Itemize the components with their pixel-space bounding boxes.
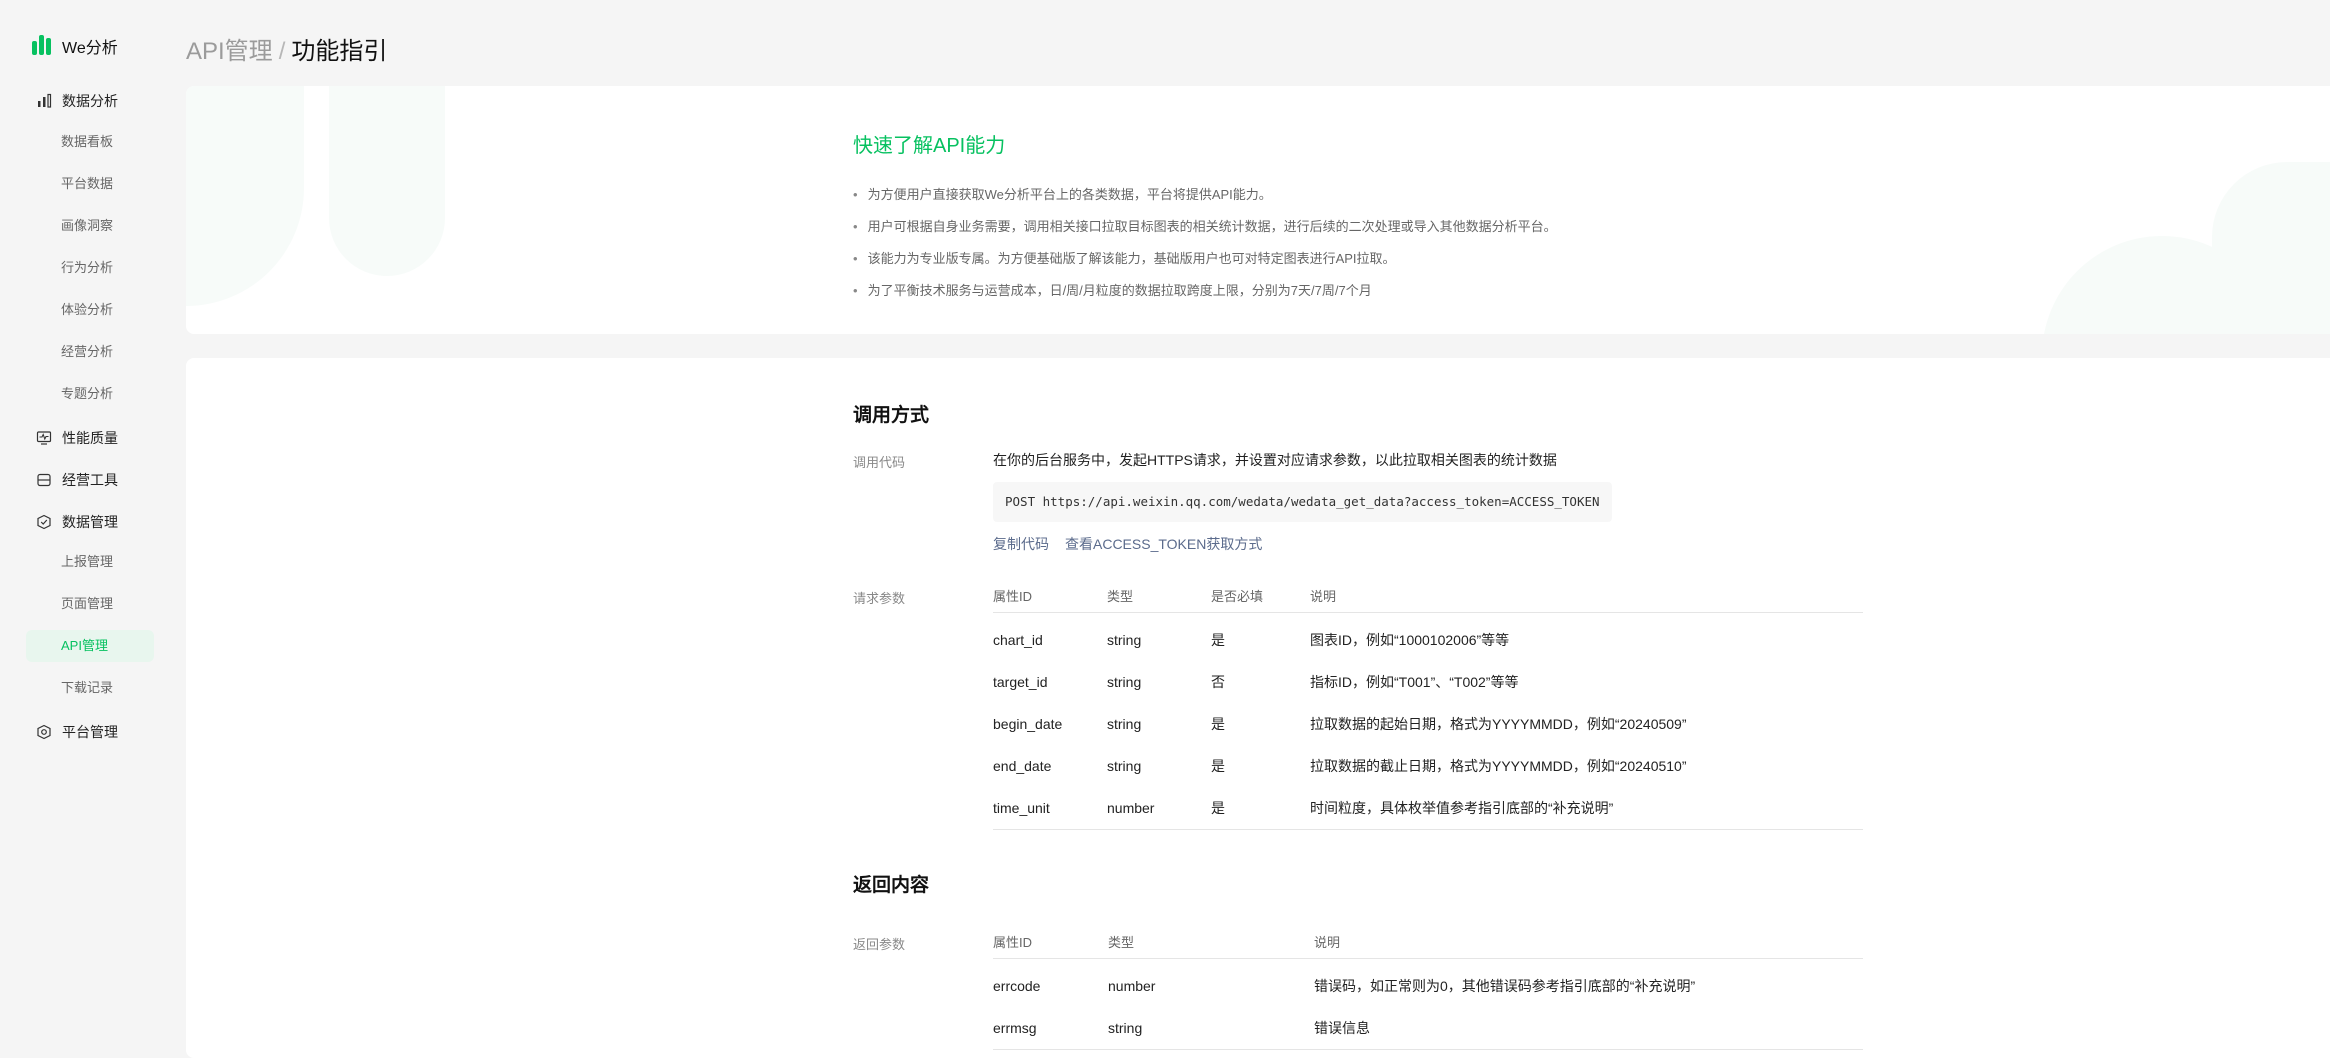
- sidebar-group-operation-tools[interactable]: 经营工具: [36, 470, 118, 490]
- intro-bullet: 该能力为专业版专属。为方便基础版了解该能力，基础版用户也可对特定图表进行API拉…: [853, 243, 1557, 275]
- intro-bullet-list: 为方便用户直接获取We分析平台上的各类数据，平台将提供API能力。 用户可根据自…: [853, 179, 1557, 307]
- table-cell: 错误信息: [1314, 1007, 1863, 1050]
- bar-chart-icon: [38, 93, 52, 108]
- table-row: errcode number 错误码，如正常则为0，其他错误码参考指引底部的“补…: [993, 959, 1863, 1008]
- toolbox-icon: [37, 473, 51, 487]
- decorative-shape: [2212, 162, 2330, 334]
- table-cell: errmsg: [993, 1007, 1108, 1050]
- column-header: 是否必填: [1211, 578, 1310, 613]
- sidebar-item-download-records[interactable]: 下载记录: [26, 672, 154, 704]
- breadcrumb-parent[interactable]: API管理: [186, 38, 273, 65]
- column-header: 属性ID: [993, 578, 1107, 613]
- table-row: errmsg string 错误信息: [993, 1007, 1863, 1050]
- return-params-label: 返回参数: [853, 937, 906, 952]
- brand-logo[interactable]: We分析: [32, 34, 118, 58]
- sidebar: We分析 数据分析 数据看板 平台数据 画像洞察 行为分析 体验分析 经营分析 …: [0, 0, 168, 1050]
- column-header: 类型: [1108, 924, 1314, 959]
- monitor-pulse-icon: [36, 431, 52, 445]
- intro-card: 快速了解API能力 为方便用户直接获取We分析平台上的各类数据，平台将提供API…: [186, 86, 2330, 334]
- intro-title: 快速了解API能力: [853, 135, 1006, 157]
- column-header: 类型: [1107, 578, 1211, 613]
- table-header-row: 属性ID 类型 说明: [993, 924, 1863, 959]
- sidebar-item-report-management[interactable]: 上报管理: [26, 546, 154, 578]
- table-cell: number: [1108, 978, 1156, 994]
- breadcrumb: API管理 / 功能指引: [186, 31, 387, 66]
- table-cell: end_date: [993, 758, 1052, 774]
- table-row: end_date string 是 拉取数据的截止日期，格式为YYYYMMDD，…: [993, 745, 1863, 787]
- table-cell: 错误码，如正常则为0，其他错误码参考指引底部的“补充说明”: [1314, 978, 1696, 994]
- table-cell: 是: [1211, 716, 1225, 732]
- sidebar-group-data-analysis[interactable]: 数据分析: [36, 91, 118, 111]
- table-cell: errcode: [993, 978, 1041, 994]
- table-cell: 是: [1211, 758, 1225, 774]
- sidebar-item-api-management[interactable]: API管理: [26, 630, 154, 662]
- sidebar-item-operation-analysis[interactable]: 经营分析: [26, 336, 154, 368]
- column-header: 说明: [1310, 578, 1863, 613]
- column-header: 属性ID: [993, 924, 1108, 959]
- table-row: time_unit number 是 时间粒度，具体枚举值参考指引底部的“补充说…: [993, 787, 1863, 830]
- table-cell: 指标ID，例如“T001”、“T002”等等: [1310, 674, 1519, 690]
- we-analysis-logo-icon: [32, 35, 54, 57]
- table-cell: string: [1108, 1007, 1314, 1050]
- brand-name: We分析: [62, 40, 118, 57]
- intro-bullet: 用户可根据自身业务需要，调用相关接口拉取目标图表的相关统计数据，进行后续的二次处…: [853, 211, 1557, 243]
- table-cell: 图表ID，例如“1000102006”等等: [1310, 632, 1510, 648]
- table-row: target_id string 否 指标ID，例如“T001”、“T002”等…: [993, 661, 1863, 703]
- table-cell: 是: [1211, 787, 1310, 830]
- request-params-table: 属性ID 类型 是否必填 说明 chart_id string 是 图表ID，例…: [993, 578, 1863, 830]
- call-description: 在你的后台服务中，发起HTTPS请求，并设置对应请求参数，以此拉取相关图表的统计…: [993, 452, 1557, 468]
- table-header-row: 属性ID 类型 是否必填 说明: [993, 578, 1863, 613]
- sidebar-group-platform-management[interactable]: 平台管理: [36, 722, 118, 742]
- table-cell: number: [1107, 787, 1211, 830]
- sidebar-item-data-board[interactable]: 数据看板: [26, 126, 154, 158]
- table-cell: 拉取数据的截止日期，格式为YYYYMMDD，例如“20240510”: [1310, 758, 1687, 774]
- sidebar-item-topic-analysis[interactable]: 专题分析: [26, 378, 154, 410]
- copy-code-link[interactable]: 复制代码: [993, 534, 1049, 554]
- sidebar-item-portrait-insight[interactable]: 画像洞察: [26, 210, 154, 242]
- table-cell: string: [1107, 716, 1142, 732]
- call-code-label: 调用代码: [853, 455, 906, 470]
- access-token-link[interactable]: 查看ACCESS_TOKEN获取方式: [1065, 534, 1262, 554]
- code-snippet[interactable]: POST https://api.weixin.qq.com/wedata/we…: [993, 482, 1612, 522]
- table-cell: string: [1107, 632, 1142, 648]
- column-header: 说明: [1314, 924, 1863, 959]
- call-method-title: 调用方式: [853, 405, 930, 426]
- table-cell: target_id: [993, 674, 1048, 690]
- sidebar-item-behavior-analysis[interactable]: 行为分析: [26, 252, 154, 284]
- gear-hexagon-icon: [37, 724, 51, 740]
- database-shield-icon: [37, 514, 51, 530]
- return-content-title: 返回内容: [853, 875, 930, 896]
- main-card: 调用方式 调用代码 在你的后台服务中，发起HTTPS请求，并设置对应请求参数，以…: [186, 358, 2330, 1058]
- sidebar-item-platform-data[interactable]: 平台数据: [26, 168, 154, 200]
- intro-bullet: 为方便用户直接获取We分析平台上的各类数据，平台将提供API能力。: [853, 179, 1557, 211]
- decorative-shape: [186, 86, 304, 306]
- breadcrumb-separator: /: [278, 38, 286, 65]
- decorative-shape: [329, 86, 445, 276]
- table-row: chart_id string 是 图表ID，例如“1000102006”等等: [993, 613, 1863, 662]
- sidebar-item-page-management[interactable]: 页面管理: [26, 588, 154, 620]
- sidebar-group-data-management[interactable]: 数据管理: [36, 512, 118, 532]
- table-cell: 拉取数据的起始日期，格式为YYYYMMDD，例如“20240509”: [1310, 716, 1687, 732]
- table-cell: begin_date: [993, 716, 1063, 732]
- table-cell: chart_id: [993, 632, 1043, 648]
- request-params-label: 请求参数: [853, 591, 906, 606]
- table-cell: 时间粒度，具体枚举值参考指引底部的“补充说明”: [1310, 787, 1863, 830]
- table-cell: time_unit: [993, 787, 1107, 830]
- table-row: begin_date string 是 拉取数据的起始日期，格式为YYYYMMD…: [993, 703, 1863, 745]
- table-cell: string: [1107, 758, 1142, 774]
- page-title: 功能指引: [291, 38, 388, 65]
- return-params-table: 属性ID 类型 说明 errcode number 错误码，如正常则为0，其他错…: [993, 924, 1863, 1050]
- table-cell: string: [1107, 674, 1142, 690]
- sidebar-group-performance[interactable]: 性能质量: [36, 428, 118, 448]
- sidebar-item-experience-analysis[interactable]: 体验分析: [26, 294, 154, 326]
- table-cell: 是: [1211, 632, 1225, 648]
- intro-bullet: 为了平衡技术服务与运营成本，日/周/月粒度的数据拉取跨度上限，分别为7天/7周/…: [853, 275, 1557, 307]
- table-cell: 否: [1211, 674, 1225, 690]
